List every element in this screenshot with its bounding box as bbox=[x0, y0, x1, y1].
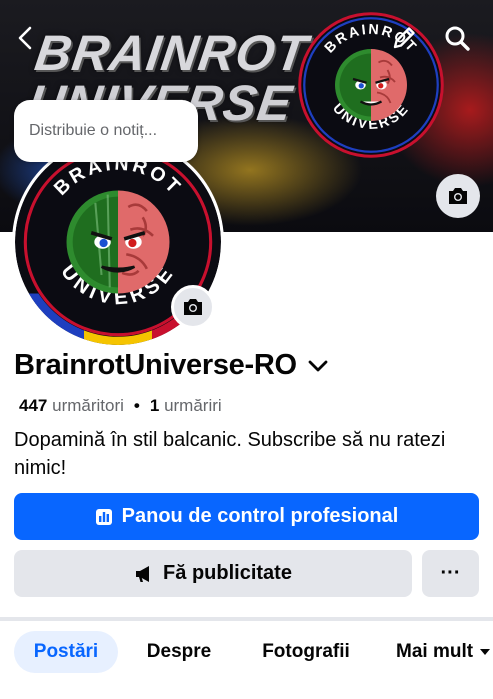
profile-stats: 447 urmăritori • 1 urmăriri bbox=[19, 396, 222, 416]
following-link[interactable]: 1 urmăriri bbox=[150, 396, 222, 416]
more-options-label: ··· bbox=[440, 562, 461, 584]
chevron-down-icon bbox=[308, 360, 328, 371]
following-label: urmăriri bbox=[164, 396, 222, 415]
tab-posts-label: Postări bbox=[33, 641, 99, 662]
tab-posts[interactable]: Postări bbox=[14, 631, 118, 673]
section-divider bbox=[0, 617, 493, 621]
professional-dashboard-label: Panou de control profesional bbox=[121, 505, 399, 527]
following-count: 1 bbox=[149, 396, 160, 415]
camera-icon bbox=[184, 299, 202, 315]
cover-logo: BRAINROT UNIVERSE bbox=[298, 12, 444, 158]
caret-down-icon bbox=[480, 649, 491, 655]
search-icon bbox=[445, 26, 470, 51]
advertise-label: Fă publicitate bbox=[163, 562, 292, 584]
tab-photos[interactable]: Fotografii bbox=[242, 631, 370, 673]
advertise-button[interactable]: Fă publicitate bbox=[14, 550, 412, 597]
tab-more-label: Mai mult bbox=[396, 641, 474, 662]
profile-name-row[interactable]: BrainrotUniverse-RO bbox=[14, 349, 331, 382]
camera-icon bbox=[449, 188, 467, 204]
bar-chart-icon bbox=[95, 508, 112, 525]
note-bubble[interactable]: Distribuie o notiț... bbox=[14, 100, 198, 162]
cover-title-line-1: BRAINROT bbox=[31, 25, 312, 81]
followers-link[interactable]: 447 urmăritori bbox=[19, 396, 124, 416]
avatar-camera-button[interactable] bbox=[171, 285, 215, 329]
tab-about-label: Despre bbox=[146, 641, 212, 662]
search-button[interactable] bbox=[441, 22, 473, 54]
followers-label: urmăritori bbox=[52, 396, 124, 415]
profile-name: BrainrotUniverse-RO bbox=[14, 349, 297, 381]
back-button[interactable] bbox=[10, 22, 42, 54]
tab-about[interactable]: Despre bbox=[130, 631, 228, 673]
megaphone-icon bbox=[136, 565, 150, 582]
cover-camera-button[interactable] bbox=[436, 174, 480, 218]
note-placeholder: Distribuie o notiț... bbox=[29, 122, 158, 139]
tab-more[interactable]: Mai mult bbox=[384, 631, 493, 673]
followers-count: 447 bbox=[19, 396, 48, 415]
profile-tabs: Postări Despre Fotografii Mai mult bbox=[0, 631, 493, 675]
more-options-button[interactable]: ··· bbox=[422, 550, 479, 597]
tab-photos-label: Fotografii bbox=[262, 641, 350, 662]
professional-dashboard-button[interactable]: Panou de control profesional bbox=[14, 493, 479, 540]
chevron-left-icon bbox=[18, 26, 32, 50]
stats-separator: • bbox=[133, 396, 140, 415]
pencil-icon bbox=[393, 27, 415, 49]
profile-bio: Dopamină în stil balcanic. Subscribe să … bbox=[14, 429, 446, 479]
edit-button[interactable] bbox=[388, 22, 420, 54]
